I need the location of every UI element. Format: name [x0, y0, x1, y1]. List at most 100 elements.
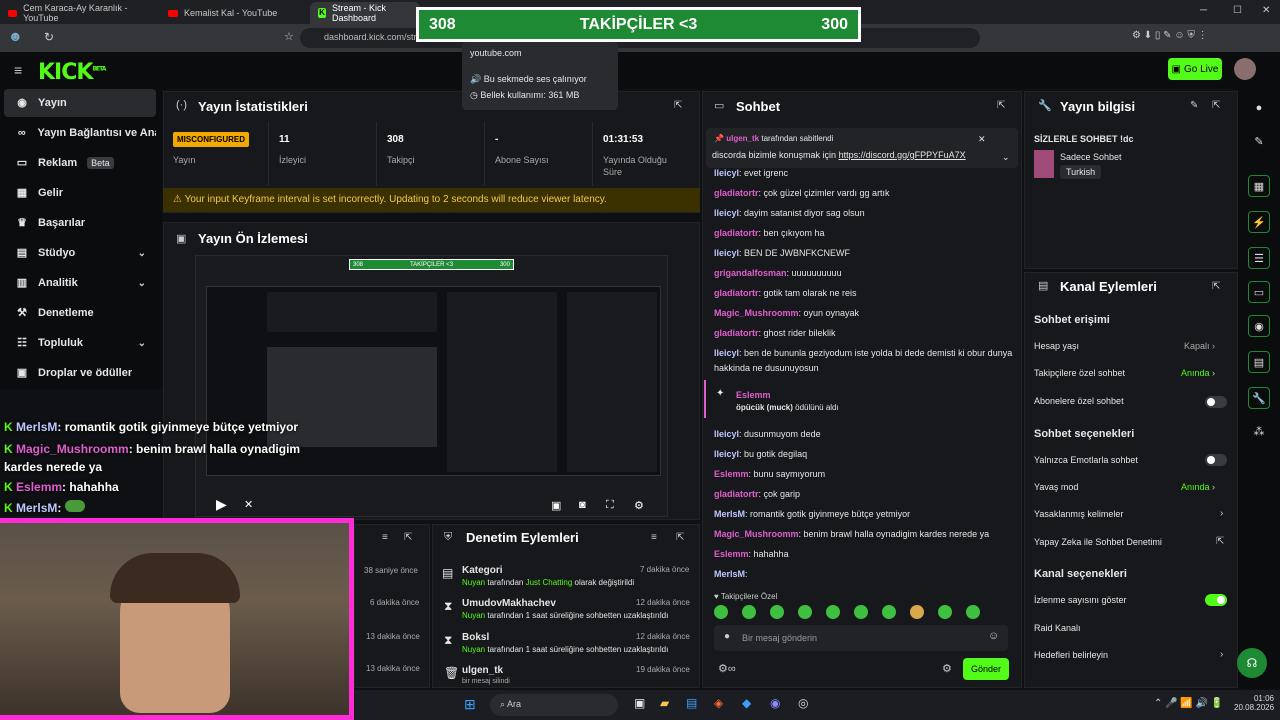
- chat-input[interactable]: ● Bir mesaj gönderin ☺: [714, 625, 1008, 651]
- bolt-icon[interactable]: ⚡: [1248, 211, 1270, 233]
- emote-icon[interactable]: [742, 605, 756, 619]
- play-icon[interactable]: ▶: [216, 496, 227, 513]
- moderation-icon[interactable]: ▤: [1248, 351, 1270, 373]
- chat-username[interactable]: Magic_Mushroomm: [714, 308, 799, 318]
- tray-icons[interactable]: ⌃ 🎤 📶 🔊 🔋: [1154, 698, 1223, 709]
- chat-username[interactable]: MerlsM: [714, 509, 745, 519]
- filter-icon[interactable]: ≡: [382, 532, 388, 543]
- taskbar-search[interactable]: ⌕ Ara: [490, 694, 618, 716]
- list-icon[interactable]: ☰: [1248, 247, 1270, 269]
- edit-icon[interactable]: ✎: [1248, 131, 1270, 153]
- folder-icon[interactable]: ▰: [660, 696, 669, 710]
- chat-username[interactable]: gladiatortr: [714, 188, 759, 198]
- sidebar-item-studio[interactable]: ▤ Stüdyo ⌄: [4, 239, 156, 267]
- popout-icon[interactable]: ⇱: [404, 532, 412, 543]
- emote-icon[interactable]: [714, 605, 728, 619]
- sidebar-item-link[interactable]: ∞Yayın Bağlantısı ve Anahtar: [4, 119, 156, 147]
- wrench-icon[interactable]: 🔧: [1248, 387, 1270, 409]
- chat-username[interactable]: gladiatortr: [714, 228, 759, 238]
- emote-icon[interactable]: [798, 605, 812, 619]
- brave-icon[interactable]: ◈: [714, 696, 723, 710]
- popout-icon[interactable]: ⇱: [676, 532, 684, 543]
- emote-icon[interactable]: [882, 605, 896, 619]
- taskview-icon[interactable]: ▣: [634, 696, 645, 710]
- minimize-icon[interactable]: ─: [1200, 5, 1207, 16]
- discord-link[interactable]: https://discord.gg/gFPPYFuA7X: [839, 150, 966, 160]
- gear-icon[interactable]: ⚙: [942, 662, 952, 675]
- info-icon[interactable]: ●: [1248, 97, 1270, 119]
- camera-icon[interactable]: ◙: [579, 499, 586, 511]
- chat-username[interactable]: lleicyl: [714, 208, 739, 218]
- chat-username[interactable]: lleicyl: [714, 449, 739, 459]
- filter-icon[interactable]: ≡: [651, 532, 657, 543]
- chat-username[interactable]: grigandalfosman: [714, 268, 787, 278]
- follower-chat-setting[interactable]: Anında ›: [1181, 368, 1215, 378]
- emoji-icon[interactable]: ☺: [988, 630, 999, 642]
- sidebar-item-achievements[interactable]: ♛ Başarılar: [4, 209, 156, 237]
- popout-icon[interactable]: ⇱: [1212, 100, 1220, 111]
- close-icon[interactable]: ✕: [1262, 5, 1270, 16]
- sidebar-item-ads[interactable]: ▭ Reklam Beta: [4, 149, 156, 177]
- emote-only-toggle[interactable]: [1205, 454, 1227, 466]
- chat-username[interactable]: gladiatortr: [714, 288, 759, 298]
- extensions-icon[interactable]: ⚙ ⬇ ▯ ✎ ☺ ⛨ ⋮: [1132, 30, 1208, 41]
- sidebar-item-community[interactable]: ☷ Topluluk ⌄: [4, 329, 156, 357]
- emote-icon[interactable]: [826, 605, 840, 619]
- emote-icon[interactable]: [910, 605, 924, 619]
- emote-icon[interactable]: [966, 605, 980, 619]
- chat-username[interactable]: lleicyl: [714, 168, 739, 178]
- sidebar-item-yayin[interactable]: ◉ Yayın: [4, 89, 156, 117]
- gear-icon[interactable]: ⚙: [634, 499, 644, 512]
- profile-avatar[interactable]: [1234, 58, 1256, 80]
- bookmark-icon[interactable]: ☆: [284, 30, 294, 43]
- help-chat-button[interactable]: ☊: [1237, 648, 1267, 678]
- chat-username[interactable]: Eslemm: [714, 469, 749, 479]
- chevron-down-icon[interactable]: ⌄: [1002, 152, 1010, 163]
- avatar-icon[interactable]: ☻: [8, 28, 23, 44]
- browser-tab[interactable]: Cem Karaca-Ay Karanlık - YouTube: [0, 2, 160, 24]
- go-live-button[interactable]: ▣ Go Live: [1168, 58, 1222, 80]
- reload-icon[interactable]: ↻: [44, 30, 54, 44]
- mute-icon[interactable]: ✕: [244, 498, 253, 511]
- app-icon[interactable]: ◆: [742, 696, 751, 710]
- chat-username[interactable]: Magic_Mushroomm: [714, 529, 799, 539]
- chat-username[interactable]: gladiatortr: [714, 328, 759, 338]
- account-age-setting[interactable]: Kapalı ›: [1184, 341, 1215, 351]
- chat-username[interactable]: lleicyl: [714, 248, 739, 258]
- emote-icon[interactable]: [770, 605, 784, 619]
- panel-icon[interactable]: ▦: [1248, 175, 1270, 197]
- chat-username[interactable]: lleicyl: [714, 348, 739, 358]
- show-viewers-toggle[interactable]: [1205, 594, 1227, 606]
- pip-icon[interactable]: ▣: [551, 499, 561, 512]
- edit-icon[interactable]: ✎: [1190, 100, 1198, 111]
- fullscreen-icon[interactable]: ⛶: [606, 499, 614, 512]
- chat-username[interactable]: gladiatortr: [714, 489, 759, 499]
- discord-icon[interactable]: ◉: [770, 696, 780, 710]
- send-button[interactable]: Gönder: [963, 658, 1009, 680]
- menu-icon[interactable]: ≡: [14, 62, 22, 78]
- clock[interactable]: 01:06 20.08.2026: [1234, 694, 1274, 712]
- chat-icon[interactable]: ▭: [1248, 281, 1270, 303]
- sidebar-item-analytics[interactable]: ▥ Analitik ⌄: [4, 269, 156, 297]
- goals-label[interactable]: Hedefleri belirleyin: [1034, 650, 1108, 660]
- sub-chat-toggle[interactable]: [1205, 396, 1227, 408]
- raid-label[interactable]: Raid Kanalı: [1034, 623, 1081, 633]
- kick-logo[interactable]: KICKBETA: [38, 60, 106, 85]
- emote-icon[interactable]: [938, 605, 952, 619]
- chat-username[interactable]: Eslemm: [714, 549, 749, 559]
- windows-start-icon[interactable]: ⊞: [464, 696, 476, 713]
- broadcast-icon[interactable]: ◉: [1248, 315, 1270, 337]
- popout-icon[interactable]: ⇱: [674, 100, 682, 111]
- store-icon[interactable]: ▤: [686, 696, 697, 710]
- maximize-icon[interactable]: ☐: [1233, 5, 1242, 16]
- banned-words-label[interactable]: Yasaklanmış kelimeler: [1034, 509, 1123, 519]
- sidebar-item-moderation[interactable]: ⚒ Denetleme: [4, 299, 156, 327]
- sidebar-item-drops[interactable]: ▣ Droplar ve ödüller: [4, 359, 156, 387]
- chevron-right-icon[interactable]: ›: [1220, 649, 1223, 660]
- sidebar-item-revenue[interactable]: ▦ Gelir: [4, 179, 156, 207]
- external-link-icon[interactable]: ⇱: [1216, 536, 1224, 547]
- browser-tab[interactable]: Kemalist Kal - YouTube: [160, 2, 310, 24]
- ai-mod-label[interactable]: Yapay Zeka ile Sohbet Denetimi: [1034, 537, 1162, 547]
- unpin-icon[interactable]: ✕: [978, 134, 986, 145]
- chat-username[interactable]: lleicyl: [714, 429, 739, 439]
